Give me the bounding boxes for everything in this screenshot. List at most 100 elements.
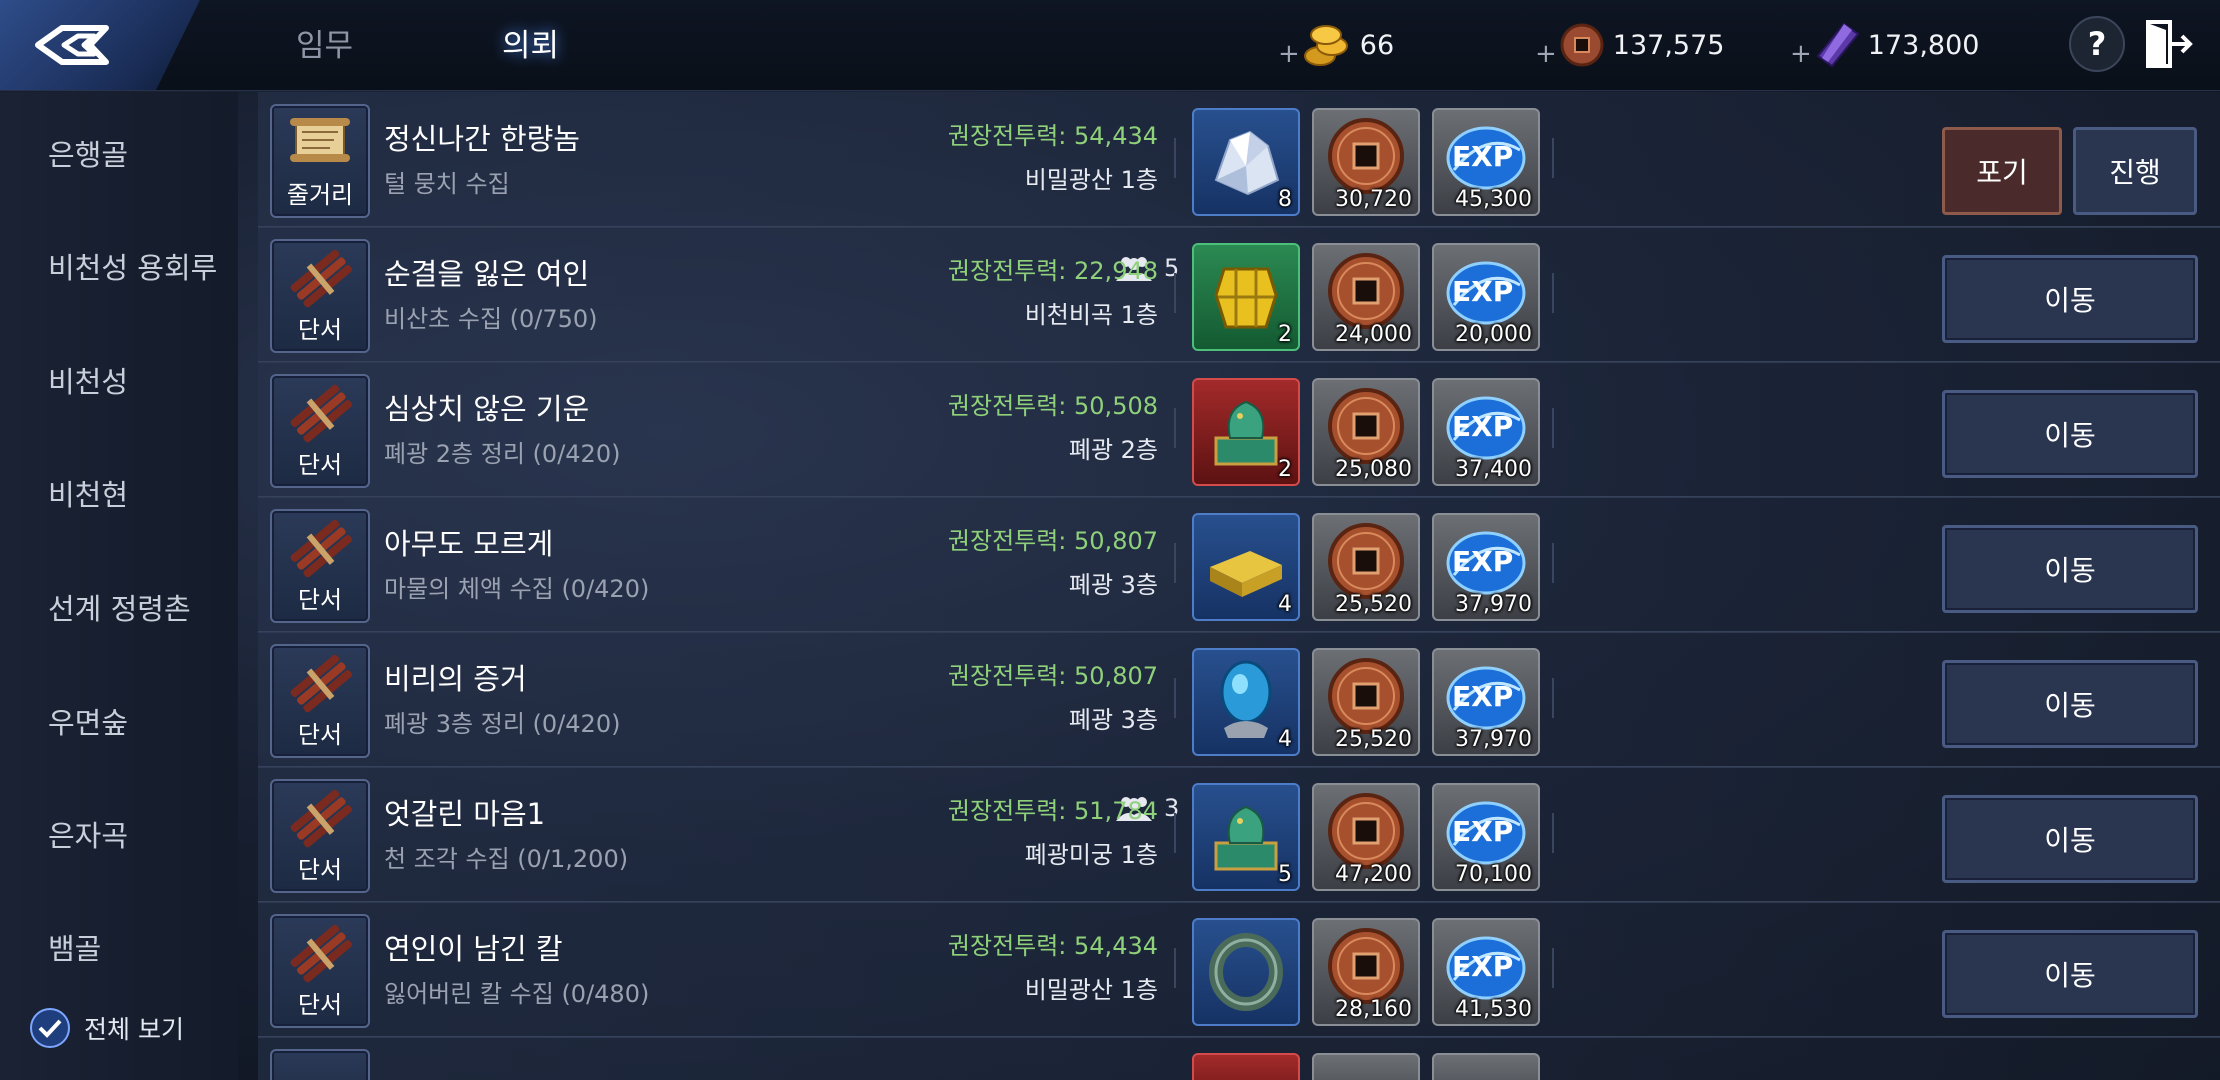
sidebar-item-eunhaenggol[interactable]: 은행골 [48,132,128,174]
reward-count: 4 [1278,727,1292,752]
move-button[interactable]: 이동 [1942,660,2198,748]
quest-row[interactable]: 단서 심상치 않은 기운 폐광 2층 정리 (0/420) 권장전투력: 50,… [258,362,2220,498]
sidebar-item-eunjagok[interactable]: 은자곡 [48,813,128,855]
reward-coin[interactable]: 25,080 [1312,378,1420,486]
reward-exp[interactable]: EXP 20,000 [1432,243,1540,351]
quest-row[interactable]: 줄거리 정신나간 한량놈 털 뭉치 수집 권장전투력: 54,434 비밀광산 … [258,92,2220,228]
recommended-power: 권장전투력: 50,807 [947,662,1158,690]
quest-type-badge: 단서 [270,239,370,353]
reward-coin-amount: 25,080 [1335,457,1412,482]
quest-type-label: 단서 [297,856,343,884]
proceed-button[interactable]: 진행 [2073,127,2197,215]
quest-type-badge: 단서 [270,509,370,623]
reward-item[interactable]: 2 [1192,243,1300,351]
reward-item[interactable]: 2 [1192,378,1300,486]
move-button[interactable]: 이동 [1942,795,2198,883]
divider [1174,948,1176,988]
quest-row[interactable]: 단서 엇갈린 마음1 천 조각 수집 (0/1,200) 3 권장전투력: 51… [258,767,2220,903]
reward-item[interactable]: 8 [1192,108,1300,216]
quest-type-badge: 단서 [270,779,370,893]
reward-coin[interactable]: 24,000 [1312,243,1420,351]
sidebar-item-bicheonhyeon[interactable]: 비천현 [48,472,128,514]
quest-title: 순결을 잃은 여인 [384,257,590,291]
reward-coin[interactable] [1312,1053,1420,1080]
exit-button[interactable] [2144,18,2194,70]
quest-objective: 마물의 체액 수집 (0/420) [384,575,650,603]
currency-gold[interactable]: + 66 [1278,22,1395,69]
reward-item[interactable]: 4 [1192,648,1300,756]
reward-coin[interactable]: 47,200 [1312,783,1420,891]
reward-exp[interactable]: EXP 37,970 [1432,648,1540,756]
back-arrow-icon [35,25,109,65]
sidebar-item-seongye-jeongryeongchon[interactable]: 선계 정령촌 [48,586,191,628]
exp-label-icon: EXP [1452,410,1514,443]
reward-count: 5 [1278,862,1292,887]
exp-label-icon: EXP [1452,815,1514,848]
plus-icon: + [1278,39,1300,69]
gold-amount: 66 [1359,29,1395,61]
reward-exp[interactable]: EXP 37,400 [1432,378,1540,486]
move-button[interactable]: 이동 [1942,525,2198,613]
quest-location: 비천비곡 1층 [1024,301,1158,329]
quest-row[interactable]: 단서 비리의 증거 폐광 3층 정리 (0/420) 권장전투력: 50,807… [258,632,2220,768]
reward-exp[interactable]: EXP 37,970 [1432,513,1540,621]
party-size: 3 [1164,794,1180,822]
reward-coin[interactable]: 25,520 [1312,513,1420,621]
divider [1174,678,1176,718]
recommended-power: 권장전투력: 54,434 [947,932,1158,960]
divider [1174,138,1176,178]
tab-request[interactable]: 의뢰 [461,14,600,71]
divider [1552,138,1554,178]
bamboo-scroll-icon [290,519,353,578]
move-button[interactable]: 이동 [1942,390,2198,478]
tab-mission[interactable]: 임무 [296,20,353,65]
quest-location: 폐광 2층 [1068,436,1158,464]
move-button[interactable]: 이동 [1942,930,2198,1018]
divider [1552,543,1554,583]
reward-exp-amount: 37,970 [1455,727,1532,752]
move-button[interactable]: 이동 [1942,255,2198,343]
quest-row-partial[interactable] [258,1037,2220,1080]
recommended-power: 권장전투력: 50,508 [947,392,1158,420]
quest-type-label: 단서 [297,586,343,614]
reward-item[interactable]: 4 [1192,513,1300,621]
exp-label-icon: EXP [1452,950,1514,983]
reward-coin[interactable]: 28,160 [1312,918,1420,1026]
reward-coin[interactable]: 25,520 [1312,648,1420,756]
abandon-button[interactable]: 포기 [1942,127,2062,215]
sidebar-item-bicheonseong[interactable]: 비천성 [48,359,128,401]
reward-exp[interactable]: EXP 45,300 [1432,108,1540,216]
back-button[interactable] [0,0,200,90]
recommended-power: 권장전투력: 51,784 [947,797,1158,825]
quest-row[interactable]: 단서 아무도 모르게 마물의 체액 수집 (0/420) 권장전투력: 50,8… [258,497,2220,633]
quest-type-label: 단서 [297,991,343,1019]
quest-row[interactable]: 단서 순결을 잃은 여인 비산초 수집 (0/750) 5 권장전투력: 22,… [258,227,2220,363]
recommended-power: 권장전투력: 50,807 [947,527,1158,555]
reward-coin[interactable]: 30,720 [1312,108,1420,216]
exit-door-icon [2146,20,2193,68]
reward-exp[interactable]: EXP 70,100 [1432,783,1540,891]
reward-item[interactable] [1192,1053,1300,1080]
quest-location: 폐광미궁 1층 [1024,841,1158,869]
sidebar-item-bicheonseong-yonghoeru[interactable]: 비천성 용회루 [48,245,217,287]
reward-item[interactable] [1192,918,1300,1026]
sidebar-item-umyeonsup[interactable]: 우면숲 [48,700,128,742]
view-all-toggle[interactable]: 전체 보기 [30,1008,184,1048]
bamboo-scroll-icon [290,924,353,983]
reward-exp[interactable] [1432,1053,1540,1080]
currency-coin[interactable]: + 137,575 [1535,22,1724,69]
exp-label-icon: EXP [1452,275,1514,308]
divider [1174,543,1176,583]
reward-exp-amount: 20,000 [1455,322,1532,347]
quest-row[interactable]: 단서 연인이 남긴 칼 잃어버린 칼 수집 (0/480) 권장전투력: 54,… [258,902,2220,1038]
reward-item[interactable]: 5 [1192,783,1300,891]
quest-objective: 폐광 2층 정리 (0/420) [384,440,621,468]
currency-crystal[interactable]: + 173,800 [1790,22,1979,69]
sidebar-item-baemgol[interactable]: 뱀골 [48,926,101,968]
quest-location: 폐광 3층 [1068,706,1158,734]
quest-title: 정신나간 한량놈 [384,122,580,156]
bamboo-scroll-icon [290,249,353,308]
help-button[interactable]: ? [2069,16,2125,72]
reward-exp[interactable]: EXP 41,530 [1432,918,1540,1026]
reward-exp-amount: 70,100 [1455,862,1532,887]
